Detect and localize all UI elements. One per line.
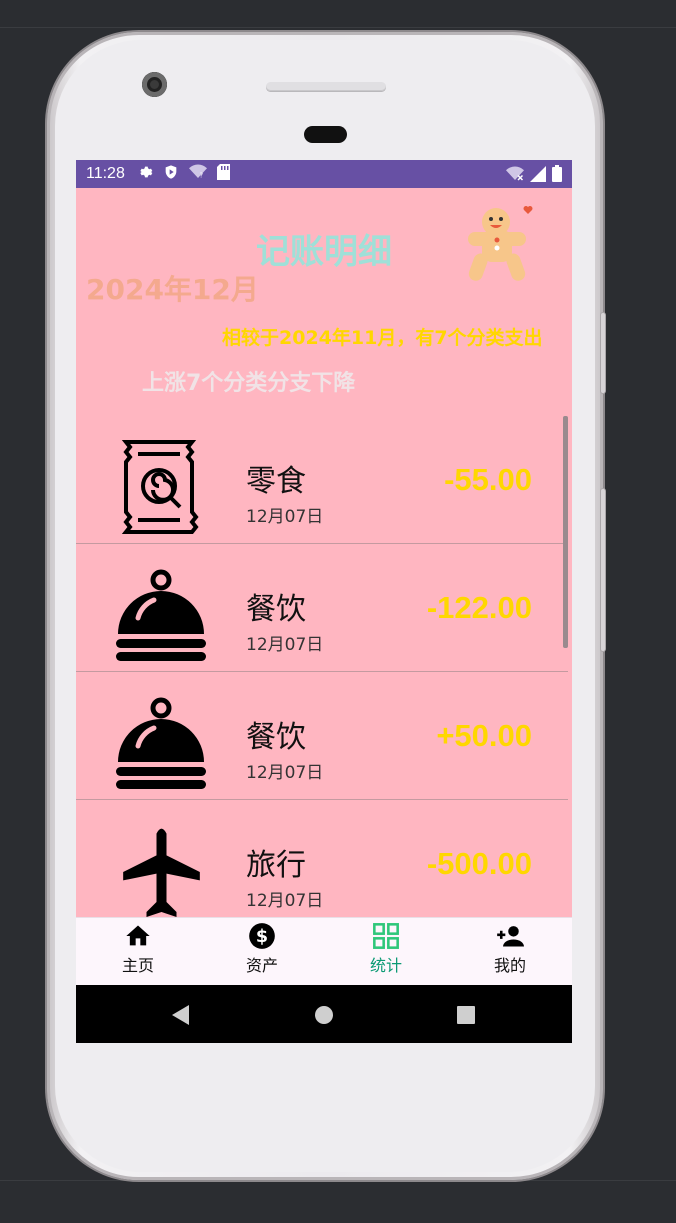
record-amount: -55.00 bbox=[444, 462, 532, 497]
system-navigation-bar bbox=[76, 985, 572, 1043]
recents-square-icon[interactable] bbox=[457, 1006, 475, 1024]
record-date: 12月07日 bbox=[246, 763, 324, 783]
record-amount: -122.00 bbox=[426, 590, 532, 625]
list-item[interactable]: 餐饮 12月07日 -122.00 bbox=[76, 544, 568, 672]
home-circle-icon[interactable] bbox=[314, 1005, 334, 1025]
grid-icon bbox=[373, 923, 399, 949]
battery-icon bbox=[552, 165, 562, 186]
svg-text:$: $ bbox=[256, 927, 268, 947]
nav-label-home: 主页 bbox=[121, 956, 154, 975]
nav-item-home[interactable]: 主页 bbox=[76, 918, 200, 985]
play-protect-icon bbox=[163, 164, 179, 184]
dollar-icon: $ bbox=[249, 923, 275, 949]
front-camera bbox=[142, 72, 167, 97]
status-bar: 11:28 ? bbox=[76, 160, 572, 188]
settings-icon bbox=[137, 164, 153, 184]
list-item[interactable]: 零食 12月07日 -55.00 bbox=[76, 416, 568, 544]
food-cloche-icon bbox=[116, 697, 206, 789]
svg-text:?: ? bbox=[199, 171, 203, 179]
desktop-bottom-strip bbox=[0, 1180, 676, 1223]
list-item[interactable]: 旅行 12月07日 -500.00 bbox=[76, 800, 568, 928]
candy-bag-icon bbox=[121, 440, 199, 534]
record-amount: -500.00 bbox=[426, 846, 532, 881]
desktop-top-strip bbox=[0, 0, 676, 28]
back-icon[interactable] bbox=[171, 1004, 191, 1026]
airplane-icon bbox=[123, 828, 200, 917]
record-category: 零食 bbox=[246, 464, 306, 499]
proximity-sensor bbox=[304, 126, 347, 143]
bottom-navigation: 主页 $ 资产 统计 我的 bbox=[76, 917, 572, 985]
app-screen: 11:28 ? 记账明细 2024年12月 相较于2024年11月，有7个分类支… bbox=[76, 160, 572, 1043]
trend-text: 上涨7个分类分支下降 bbox=[142, 371, 356, 396]
add-user-icon bbox=[497, 926, 524, 947]
record-category: 旅行 bbox=[246, 848, 306, 883]
record-category: 餐饮 bbox=[246, 592, 306, 627]
home-icon bbox=[126, 925, 150, 946]
volume-button[interactable] bbox=[600, 488, 606, 652]
comparison-text: 相较于2024年11月，有7个分类支出 bbox=[222, 327, 543, 349]
nav-item-assets[interactable]: $ 资产 bbox=[200, 918, 324, 985]
gingerbread-mascot-icon bbox=[468, 206, 533, 281]
nav-label-assets: 资产 bbox=[245, 956, 278, 975]
list-item[interactable]: 餐饮 12月07日 +50.00 bbox=[76, 672, 568, 800]
status-right-icons bbox=[506, 165, 562, 186]
wifi-icon bbox=[506, 166, 524, 186]
nav-item-stats[interactable]: 统计 bbox=[324, 918, 448, 985]
power-button[interactable] bbox=[600, 312, 606, 394]
nav-item-profile[interactable]: 我的 bbox=[448, 918, 572, 985]
earpiece-speaker bbox=[266, 82, 386, 91]
month-label: 2024年12月 bbox=[86, 273, 259, 306]
record-amount: +50.00 bbox=[436, 718, 532, 753]
wifi-question-icon: ? bbox=[188, 164, 207, 184]
record-list[interactable]: 零食 12月07日 -55.00 餐饮 12月07日 -122.00 餐饮 12… bbox=[76, 416, 568, 928]
sd-card-icon bbox=[216, 164, 230, 184]
list-scrollbar[interactable] bbox=[563, 416, 568, 648]
nav-label-stats: 统计 bbox=[369, 956, 402, 975]
record-date: 12月07日 bbox=[246, 507, 324, 527]
signal-icon bbox=[530, 165, 546, 186]
record-date: 12月07日 bbox=[246, 891, 324, 911]
record-category: 餐饮 bbox=[246, 720, 306, 755]
nav-label-profile: 我的 bbox=[493, 956, 526, 975]
status-time: 11:28 bbox=[86, 165, 125, 182]
food-cloche-icon bbox=[116, 569, 206, 661]
record-date: 12月07日 bbox=[246, 635, 324, 655]
